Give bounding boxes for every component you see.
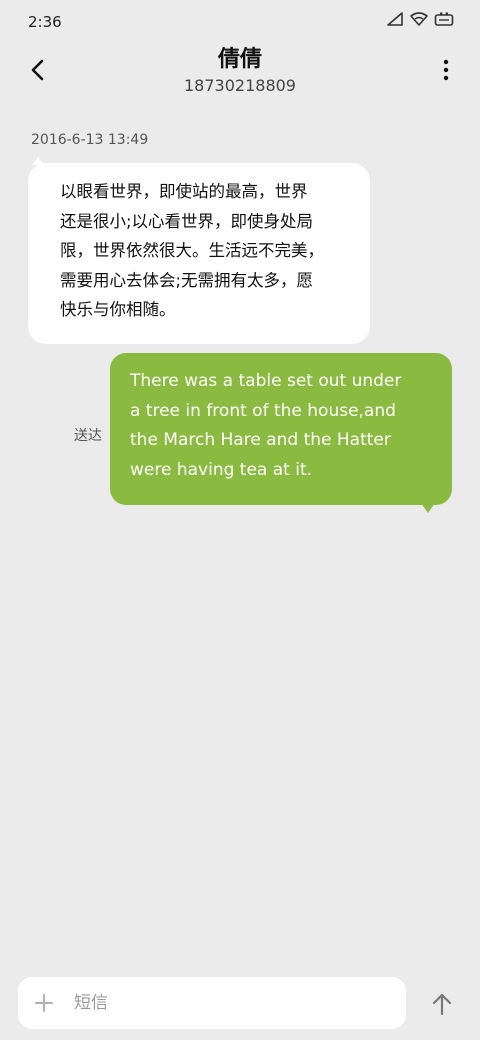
message-timestamp: 2016-6-13 13:49 bbox=[31, 132, 149, 148]
signal-icon bbox=[386, 12, 404, 26]
message-line: were having tea at it. bbox=[130, 459, 313, 480]
status-time: 2:36 bbox=[28, 13, 62, 31]
more-vertical-icon bbox=[443, 59, 449, 81]
plus-icon bbox=[35, 994, 53, 1012]
arrow-up-icon bbox=[432, 993, 452, 1016]
status-bar: 2:36 bbox=[0, 0, 480, 44]
message-line: There was a table set out under bbox=[130, 371, 402, 391]
wifi-icon bbox=[410, 12, 428, 26]
battery-icon bbox=[434, 12, 454, 26]
message-line: a tree in front of the house,and bbox=[130, 400, 396, 421]
message-line: the March Hare and the Hatter bbox=[130, 430, 391, 450]
message-line: 快乐与你相随。 bbox=[60, 300, 176, 319]
outgoing-bubble-tail bbox=[421, 503, 435, 513]
status-icons bbox=[386, 12, 454, 26]
incoming-message-bubble[interactable]: 以眼看世界，即使站的最高，世界 还是很小;以心看世界，即使身处局 限，世界依然很… bbox=[28, 163, 370, 344]
attach-button[interactable] bbox=[32, 991, 56, 1015]
outgoing-message-bubble[interactable]: There was a table set out under a tree i… bbox=[110, 353, 452, 505]
contact-name: 倩倩 bbox=[217, 47, 262, 72]
message-line: 以眼看世界，即使站的最高，世界 bbox=[60, 182, 308, 201]
message-line: 还是很小;以心看世界，即使身处局 bbox=[60, 211, 314, 231]
message-line: 需要用心去体会;无需拥有太多，愿 bbox=[60, 270, 314, 290]
contact-title-block: 倩倩 18730218809 bbox=[0, 46, 480, 97]
message-composer bbox=[18, 977, 406, 1029]
send-button[interactable] bbox=[428, 990, 456, 1018]
more-options-button[interactable] bbox=[434, 54, 458, 86]
contact-number: 18730218809 bbox=[184, 76, 296, 95]
messaging-screen: 2:36 倩倩 18730218809 2016-6-13 13:49 以眼看世… bbox=[0, 0, 480, 1040]
message-line: 限，世界依然很大。生活远不完美， bbox=[60, 241, 324, 260]
conversation-header: 倩倩 18730218809 bbox=[0, 44, 480, 104]
sms-input[interactable] bbox=[74, 989, 384, 1017]
delivery-status: 送达 bbox=[74, 428, 102, 444]
